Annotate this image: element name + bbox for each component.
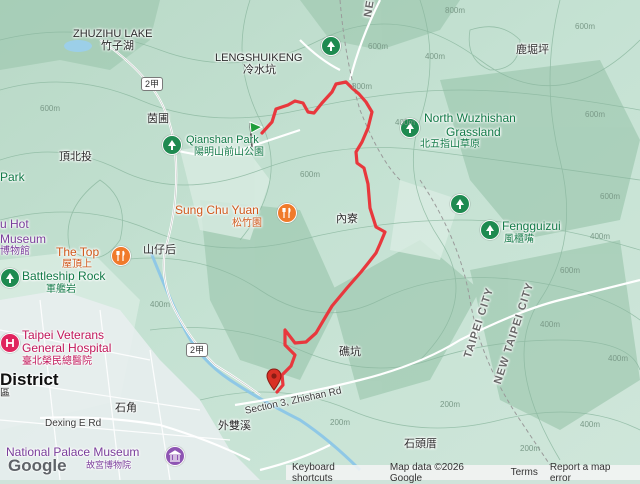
- place-label-neiliao[interactable]: 內寮: [336, 213, 358, 226]
- elevation-label: 600m: [585, 110, 606, 119]
- place-label-zhuzihu[interactable]: ZHUZIHU LAKE: [73, 28, 152, 41]
- end-pin-icon[interactable]: [266, 368, 282, 392]
- place-label-qiepu[interactable]: 茵圃: [147, 113, 169, 126]
- park-icon[interactable]: [450, 194, 470, 214]
- restaurant-icon[interactable]: [277, 203, 297, 223]
- poi-label-the-top[interactable]: The Top: [56, 245, 99, 260]
- elevation-label: 600m: [575, 22, 596, 31]
- hospital-icon[interactable]: [0, 333, 20, 353]
- elevation-label: 600m: [40, 104, 61, 113]
- elevation-label: 400m: [590, 232, 611, 241]
- district-label-zh: 區: [0, 388, 10, 399]
- map-data-attribution: Map data ©2026 Google: [389, 461, 464, 484]
- poi-label-hot-museum-zh: 博物館: [0, 246, 30, 257]
- elevation-label: 400m: [540, 320, 561, 329]
- park-icon[interactable]: [162, 135, 182, 155]
- route-2jia-shield: 2甲: [186, 343, 209, 357]
- park-icon[interactable]: [321, 36, 341, 56]
- keyboard-shortcuts-link[interactable]: Keyboard shortcuts: [286, 462, 384, 484]
- restaurant-icon[interactable]: [111, 246, 131, 266]
- poi-label-park-left[interactable]: Park: [0, 170, 25, 185]
- poi-label-palace-museum-zh: 故宮博物院: [86, 460, 132, 470]
- road-label-dexing: Dexing E Rd: [45, 418, 102, 429]
- poi-label-hot-museum[interactable]: u Hot: [0, 217, 29, 232]
- route-2jia-shield: 2甲: [141, 77, 164, 91]
- park-icon[interactable]: [480, 220, 500, 240]
- elevation-label: 400m: [608, 354, 629, 363]
- place-label-shanzaihou[interactable]: 山仔后: [143, 244, 176, 257]
- poi-label-hot-museum-2: Museum: [0, 232, 47, 246]
- map-canvas[interactable]: [0, 0, 640, 480]
- google-logo: Google: [8, 456, 67, 475]
- poi-label-north-wuzhishan[interactable]: North Wuzhishan: [424, 111, 516, 126]
- poi-label-battleship-rock[interactable]: Battleship Rock: [22, 269, 105, 284]
- place-label-lengshuikeng-zh: 冷水坑: [243, 64, 276, 76]
- poi-label-sung-chu-yuan-zh: 松竹園: [232, 218, 262, 229]
- report-map-error-link[interactable]: Report a map error: [544, 462, 640, 484]
- place-label-waishuangxi[interactable]: 外雙溪: [218, 420, 251, 433]
- place-label-shijiao[interactable]: 石角: [115, 402, 137, 415]
- museum-icon[interactable]: [165, 446, 185, 466]
- poi-label-sung-chu-yuan[interactable]: Sung Chu Yuan: [175, 203, 259, 218]
- place-label-dingbeitou[interactable]: 頂北投: [59, 151, 92, 164]
- poi-label-battleship-rock-zh: 軍艦岩: [46, 284, 76, 295]
- poi-label-fengguizui-zh: 風櫃嘴: [504, 234, 534, 245]
- elevation-label: 800m: [352, 82, 373, 91]
- elevation-label: 800m: [445, 6, 466, 15]
- place-label-suikeng[interactable]: 礁坑: [339, 346, 361, 359]
- park-icon[interactable]: [0, 268, 20, 288]
- place-label-shitoucuo[interactable]: 石頭厝: [404, 438, 437, 451]
- elevation-label: 400m: [580, 420, 601, 429]
- elevation-label: 200m: [330, 418, 351, 427]
- poi-label-qianshan-park[interactable]: Qianshan Park: [186, 134, 259, 147]
- place-label-liuzaoping[interactable]: 鹿堀坪: [516, 44, 549, 57]
- elevation-label: 400m: [150, 300, 171, 309]
- elevation-label: 200m: [440, 400, 461, 409]
- poi-label-north-wuzhishan-zh: 北五指山草原: [420, 139, 480, 150]
- elevation-label: 200m: [520, 444, 541, 453]
- elevation-label: 600m: [560, 266, 581, 275]
- terms-link[interactable]: Terms: [505, 467, 544, 478]
- poi-label-veterans-hospital-2: General Hospital: [22, 341, 112, 355]
- poi-label-fengguizui[interactable]: Fengguizui: [502, 219, 561, 234]
- elevation-label: 600m: [600, 192, 621, 201]
- poi-label-qianshan-park-zh: 陽明山前山公園: [194, 147, 264, 158]
- district-label[interactable]: District: [0, 370, 59, 390]
- place-label-lengshuikeng[interactable]: LENGSHUIKENG: [215, 52, 302, 65]
- attribution-bar: Keyboard shortcuts Map data ©2026 Google…: [286, 462, 640, 484]
- place-label-zhuzihu-zh: 竹子湖: [101, 40, 134, 52]
- elevation-label: 400m: [425, 52, 446, 61]
- poi-label-north-wuzhishan-2: Grassland: [446, 125, 501, 139]
- elevation-label: 600m: [300, 170, 321, 179]
- poi-label-veterans-hospital-zh: 臺北榮民總醫院: [22, 356, 92, 367]
- elevation-label: 400m: [395, 118, 416, 127]
- elevation-label: 600m: [368, 42, 389, 51]
